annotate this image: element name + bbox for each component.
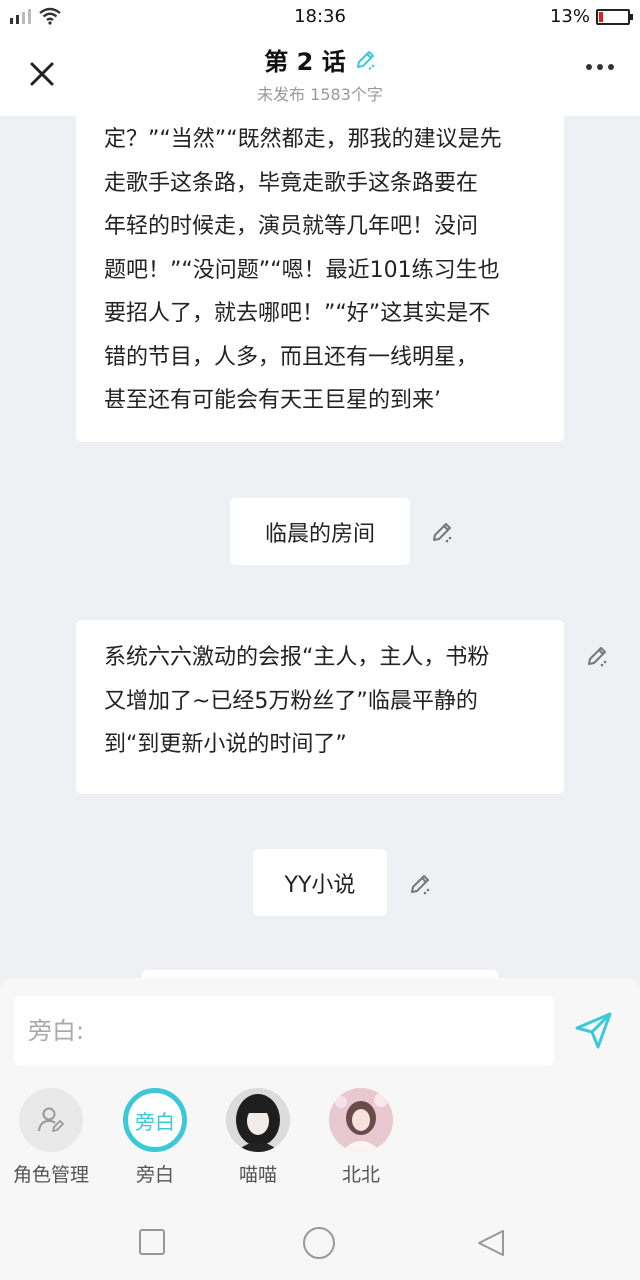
narration-line: 到“到更新小说的时间了” (104, 732, 347, 757)
role-label: 角色管理 (12, 1164, 89, 1186)
narration-line: 走歌手这条路，毕竟走歌手这条路要在 (104, 170, 479, 196)
square-icon[interactable] (138, 1228, 166, 1256)
message-input-box[interactable] (14, 996, 554, 1066)
back-triangle-icon[interactable] (476, 1228, 506, 1258)
narration-card[interactable]: 系统六六激动的会报“主人，主人，书粉 又增加了~已经5万粉丝了”临晨平静的 到“… (76, 620, 564, 794)
narration-line: 要招人了，就去哪吧！”“好”这其实是不 (104, 301, 491, 326)
edit-icon[interactable] (430, 520, 454, 544)
narration-line: 系统六六激动的会报“主人，主人，书粉 (104, 645, 490, 670)
more-button[interactable] (586, 64, 614, 70)
message-input[interactable] (28, 1017, 540, 1045)
battery-fill (599, 12, 603, 22)
scene-label[interactable]: 临晨的房间 (230, 498, 410, 565)
role-narrator[interactable]: 旁白 旁白 (110, 1088, 200, 1187)
narration-line: 又增加了~已经5万粉丝了”临晨平静的 (104, 688, 478, 714)
clock: 18:36 (294, 6, 346, 27)
narration-line: 甚至还有可能会有天王巨星的到来’ (104, 388, 441, 413)
role-circle (19, 1088, 83, 1152)
composer-panel: 角色管理 旁白 旁白 喵喵 (0, 978, 640, 1208)
battery-percent: 13% (549, 6, 590, 27)
avatar (329, 1088, 393, 1152)
battery-icon (596, 9, 633, 25)
role-label: 喵喵 (238, 1164, 277, 1186)
avatar-pink-icon (329, 1088, 393, 1152)
narrator-icon-text: 旁白 (135, 1109, 175, 1134)
role-label: 旁白 (135, 1164, 174, 1186)
circle-icon[interactable] (302, 1226, 336, 1260)
story-content[interactable]: 定？”“当然”“既然都走，那我的建议是先 走歌手这条路，毕竟走歌手这条路要在 年… (0, 116, 640, 980)
role-beibei[interactable]: 北北 (316, 1088, 406, 1187)
more-dot (608, 64, 614, 70)
person-edit-icon (38, 1107, 64, 1132)
pencil-icon[interactable] (354, 49, 376, 71)
system-nav-bar (0, 1208, 640, 1280)
role-label: 北北 (341, 1164, 380, 1186)
narration-line: 定？”“当然”“既然都走，那我的建议是先 (104, 127, 502, 152)
role-manage-button[interactable]: 角色管理 (6, 1088, 96, 1187)
header: 第 2 话 未发布 1583个字 (0, 34, 640, 116)
send-icon[interactable] (572, 1008, 616, 1052)
status-bar: 18:36 13% (0, 0, 640, 34)
narration-line: 年轻的时候走，演员就等几年吧！没问 (104, 214, 479, 239)
page-title: 第 2 话 (264, 48, 346, 76)
avatar-dark-hair-icon (226, 1088, 290, 1152)
more-dot (597, 64, 603, 70)
edit-icon[interactable] (408, 872, 432, 896)
narration-line: 题吧！”“没问题”“嗯！最近101练习生也 (104, 257, 500, 283)
scene-label[interactable]: YY小说 (253, 849, 387, 916)
narration-line: 错的节目，人多，而且还有一线明星， (104, 344, 479, 370)
avatar (226, 1088, 290, 1152)
more-dot (586, 64, 592, 70)
role-circle-selected: 旁白 (123, 1088, 187, 1152)
page-subtitle: 未发布 1583个字 (257, 85, 383, 104)
role-miaomiao[interactable]: 喵喵 (213, 1088, 303, 1187)
edit-icon[interactable] (585, 644, 609, 668)
narration-card[interactable]: 定？”“当然”“既然都走，那我的建议是先 走歌手这条路，毕竟走歌手这条路要在 年… (76, 116, 564, 442)
